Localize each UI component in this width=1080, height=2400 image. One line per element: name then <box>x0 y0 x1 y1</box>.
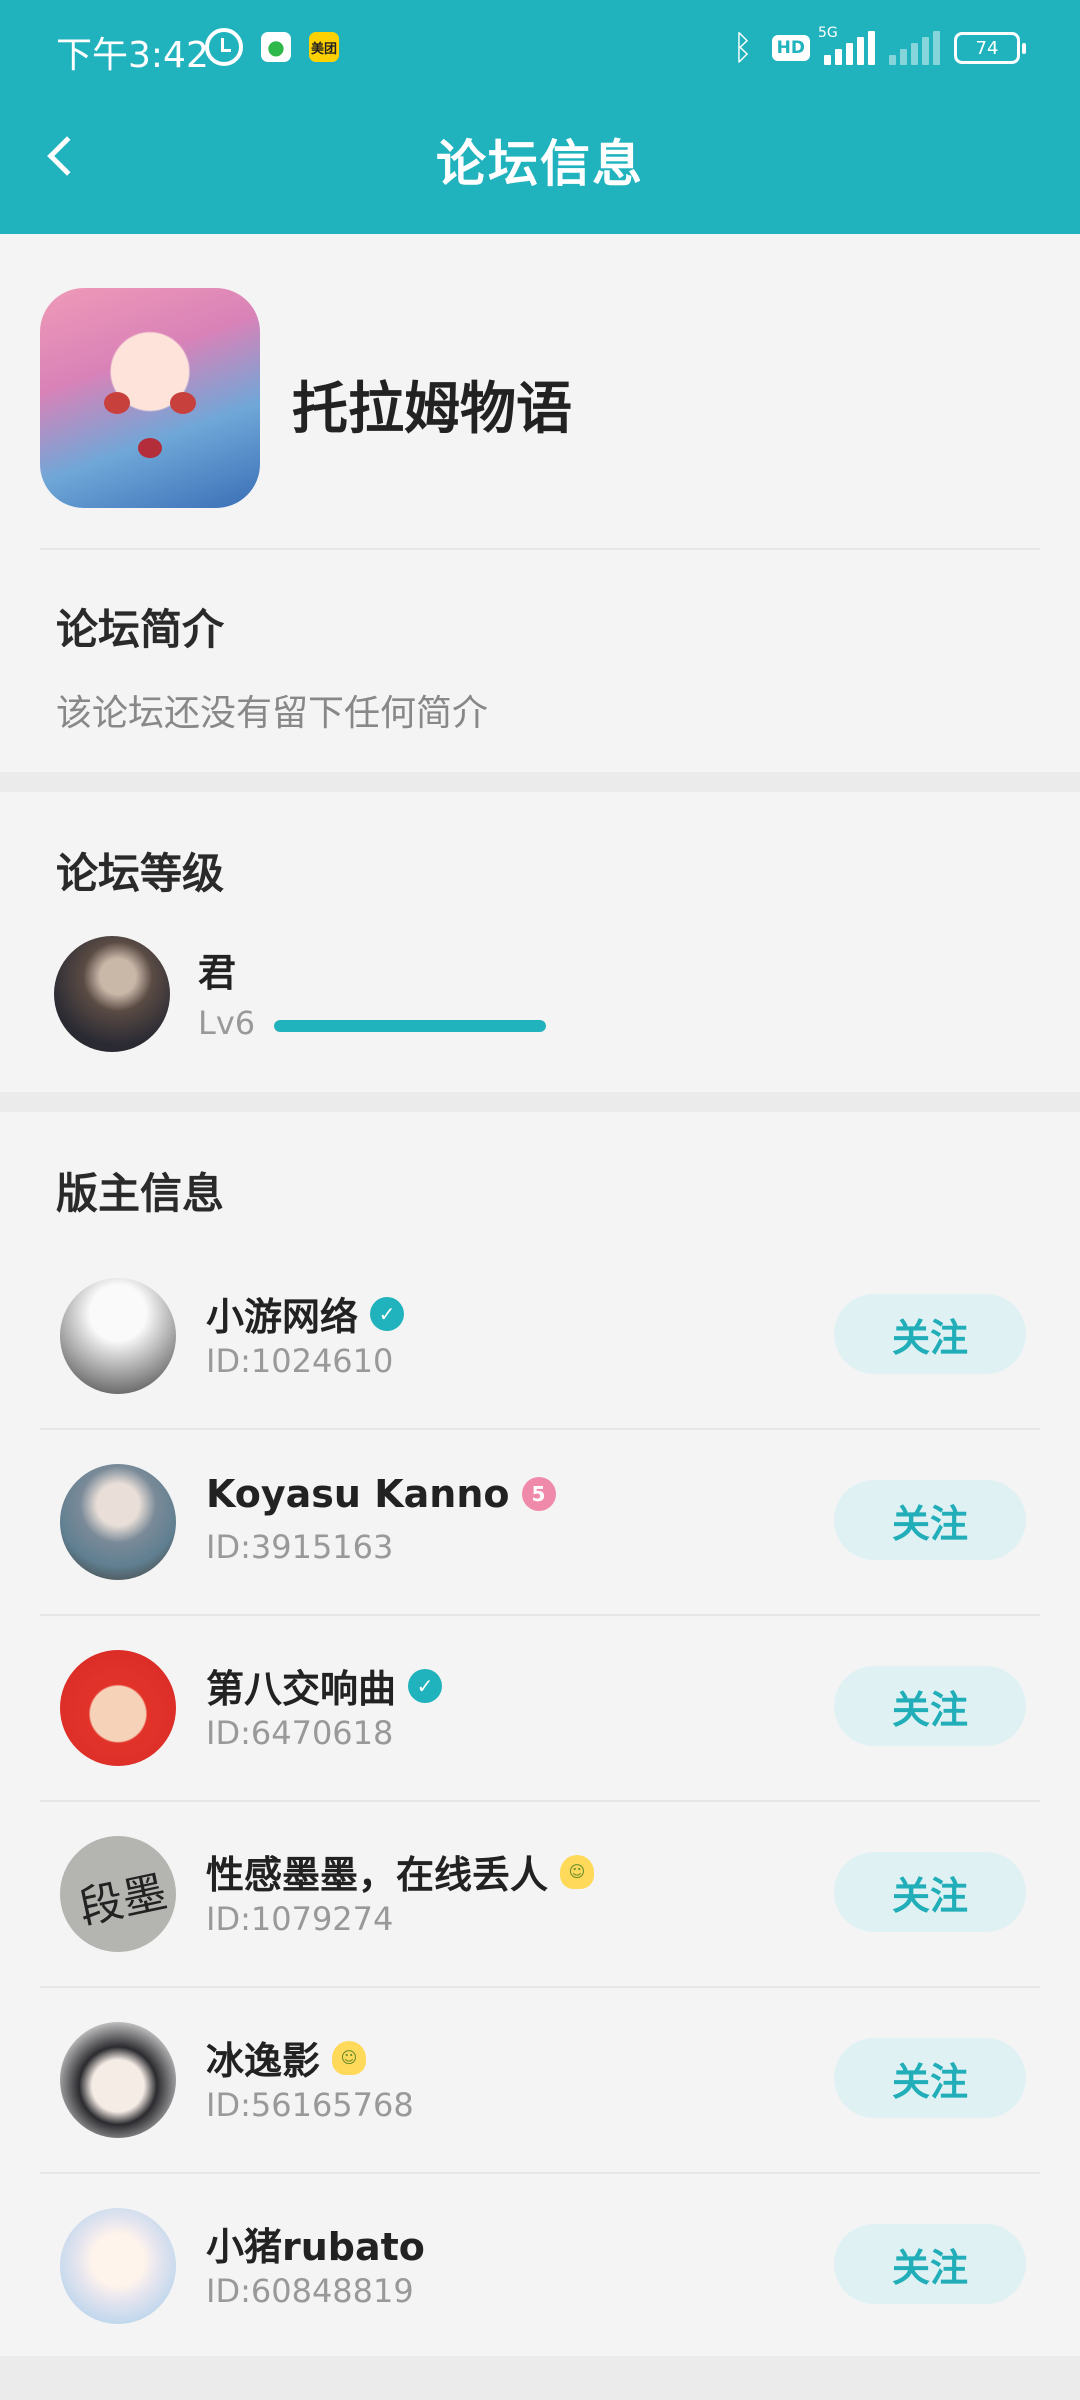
wechat-icon: ● <box>261 32 291 62</box>
moderator-row[interactable]: 小猪rubato ID:60848819 关注 <box>0 2172 1080 2358</box>
moderator-name-line: 小猪rubato <box>206 2216 425 2271</box>
moderator-row[interactable]: 小游网络 ✓ ID:1024610 关注 <box>0 1242 1080 1428</box>
moderator-name-line: 性感墨墨，在线丢人 ☺ <box>206 1844 595 1899</box>
bluetooth-icon: ᛒ <box>732 28 753 68</box>
forum-icon <box>40 288 260 508</box>
verified-badge-icon: ✓ <box>408 1668 443 1703</box>
network-type: 5G <box>818 25 838 41</box>
level-badge-icon: 5 <box>521 1477 556 1511</box>
moderator-name-line: Koyasu Kanno 5 <box>206 1472 556 1516</box>
status-bar: 下午3:42 ● 美团 ᛒ HD 5G 74 <box>0 0 1080 100</box>
moderator-name: 冰逸影 <box>206 2039 321 2083</box>
follow-button[interactable]: 关注 <box>834 1480 1026 1560</box>
level-name: 君 <box>198 951 237 995</box>
follow-button[interactable]: 关注 <box>834 2038 1026 2118</box>
forum-intro-text: 该论坛还没有留下任何简介 <box>56 693 489 734</box>
moderators-title: 版主信息 <box>56 1169 225 1218</box>
moderator-id: ID:56165768 <box>206 2086 414 2124</box>
signal-icon: 5G <box>818 25 875 65</box>
avatar[interactable] <box>60 1278 176 1394</box>
moderator-list: 小游网络 ✓ ID:1024610 关注 Koyasu Kanno 5 ID:3… <box>0 1242 1080 2358</box>
forum-level-card: 论坛等级 君 Lv6 <box>0 792 1080 1092</box>
page-title: 论坛信息 <box>436 135 644 193</box>
status-left-icons: ● 美团 <box>205 28 339 66</box>
avatar[interactable] <box>60 1650 176 1766</box>
follow-button[interactable]: 关注 <box>834 1852 1026 1932</box>
level-progress-fill <box>274 1020 546 1032</box>
moderator-name: 小游网络 <box>206 1295 359 1339</box>
moderator-name: 第八交响曲 <box>206 1667 397 1711</box>
status-right-icons: ᛒ HD 5G 74 <box>728 25 1026 68</box>
verified-badge-icon: ✓ <box>370 1296 405 1331</box>
follow-button[interactable]: 关注 <box>834 1294 1026 1374</box>
avatar[interactable] <box>60 2022 176 2138</box>
forum-name: 托拉姆物语 <box>292 377 572 442</box>
avatar-calligraphy: 段墨 <box>74 1866 172 1935</box>
moderator-name: Koyasu Kanno <box>206 1472 510 1516</box>
forum-level-title: 论坛等级 <box>56 849 225 898</box>
app-header: 下午3:42 ● 美团 ᛒ HD 5G 74 论坛信息 <box>0 0 1080 234</box>
status-time: 下午3:42 <box>56 35 209 76</box>
moderator-name-line: 小游网络 ✓ <box>206 1286 405 1341</box>
moderator-id: ID:6470618 <box>206 1714 394 1752</box>
moderator-id: ID:1079274 <box>206 1900 394 1938</box>
signal-secondary-icon <box>889 31 940 65</box>
moderator-id: ID:3915163 <box>206 1528 394 1566</box>
forum-card: 托拉姆物语 论坛简介 该论坛还没有留下任何简介 <box>0 234 1080 772</box>
hd-icon: HD <box>771 35 810 61</box>
divider <box>40 548 1040 550</box>
avatar[interactable] <box>60 2208 176 2324</box>
moderator-name-line: 第八交响曲 ✓ <box>206 1658 443 1713</box>
moderator-row[interactable]: 冰逸影 ☺ ID:56165768 关注 <box>0 1986 1080 2172</box>
moderator-row[interactable]: 段墨 性感墨墨，在线丢人 ☺ ID:1079274 关注 <box>0 1800 1080 1986</box>
moderator-row[interactable]: 第八交响曲 ✓ ID:6470618 关注 <box>0 1614 1080 1800</box>
moderator-name: 小猪rubato <box>206 2225 425 2269</box>
moderators-card: 版主信息 小游网络 ✓ ID:1024610 关注 Koyasu Kanno 5… <box>0 1112 1080 2356</box>
forum-intro-title: 论坛简介 <box>56 605 225 654</box>
level-avatar <box>54 936 170 1052</box>
avatar[interactable] <box>60 1464 176 1580</box>
emoji-badge-icon: ☺ <box>560 1854 595 1889</box>
moderator-id: ID:60848819 <box>206 2272 414 2310</box>
level-label: Lv6 <box>198 1004 256 1042</box>
meituan-icon: 美团 <box>309 32 339 62</box>
follow-button[interactable]: 关注 <box>834 1666 1026 1746</box>
moderator-name-line: 冰逸影 ☺ <box>206 2030 367 2085</box>
moderator-id: ID:1024610 <box>206 1342 394 1380</box>
follow-button[interactable]: 关注 <box>834 2224 1026 2304</box>
moderator-row[interactable]: Koyasu Kanno 5 ID:3915163 关注 <box>0 1428 1080 1614</box>
moderator-name: 性感墨墨，在线丢人 <box>206 1853 549 1897</box>
battery-icon: 74 <box>954 32 1026 64</box>
alarm-icon <box>205 28 243 66</box>
avatar[interactable]: 段墨 <box>60 1836 176 1952</box>
emoji-badge-icon: ☺ <box>332 2040 367 2075</box>
level-progress-bar <box>274 1020 546 1032</box>
